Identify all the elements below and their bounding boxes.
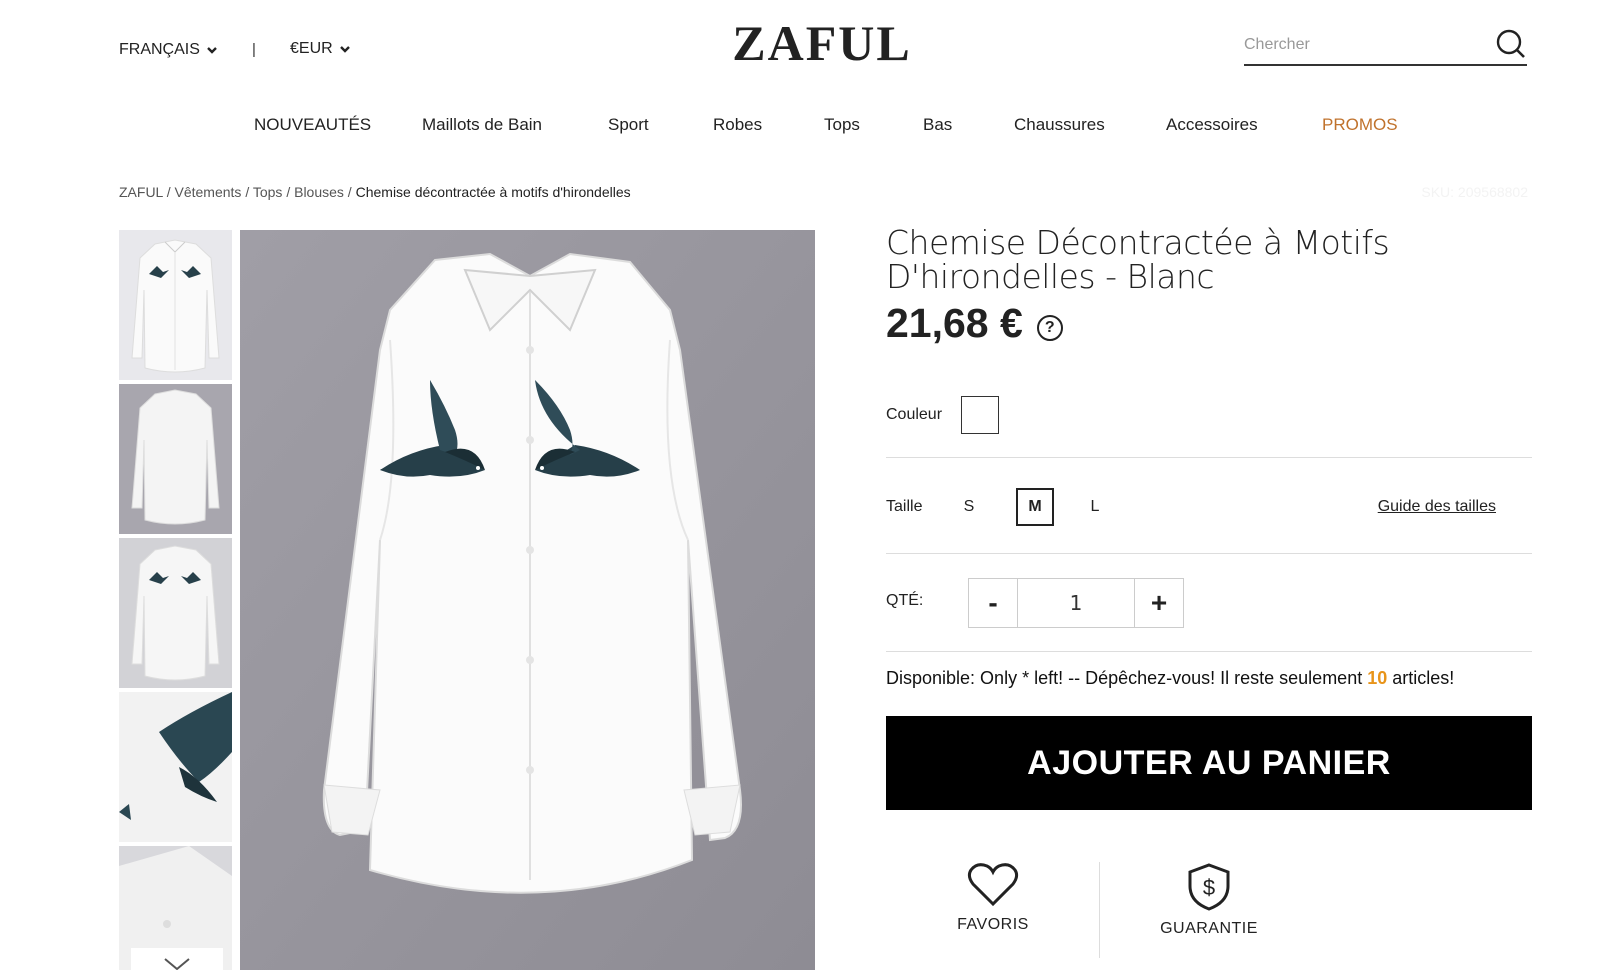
- add-to-cart-button[interactable]: AJOUTER AU PANIER: [886, 716, 1532, 810]
- nav-item-tops[interactable]: Tops: [824, 115, 860, 135]
- breadcrumb-tops[interactable]: Tops: [253, 184, 283, 200]
- size-guide-link[interactable]: Guide des tailles: [1378, 498, 1496, 516]
- product-main-image[interactable]: [240, 230, 815, 970]
- quantity-label: QTÉ:: [886, 592, 924, 609]
- nav-item-nouveautes[interactable]: NOUVEAUTÉS: [254, 115, 371, 135]
- availability-text: Disponible: Only * left! -- Dépêchez-vou…: [886, 668, 1454, 689]
- quantity-increase-button[interactable]: +: [1135, 579, 1183, 627]
- product-price: 21,68 €: [886, 300, 1023, 346]
- breadcrumb-current: Chemise décontractée à motifs d'hirondel…: [355, 184, 631, 200]
- size-option-row: Taille S M L Guide des tailles: [886, 458, 1532, 554]
- breadcrumb-separator: /: [241, 184, 253, 200]
- size-option-m[interactable]: M: [1016, 488, 1054, 526]
- search-icon[interactable]: [1495, 28, 1527, 60]
- nav-item-maillots[interactable]: Maillots de Bain: [422, 115, 542, 135]
- search-box: [1244, 28, 1527, 66]
- secondary-actions: FAVORIS $ GUARANTIE: [886, 862, 1532, 962]
- svg-text:$: $: [1203, 875, 1215, 900]
- breadcrumb-separator: /: [282, 184, 295, 200]
- breadcrumb: ZAFUL / Vêtements / Tops / Blouses / Che…: [119, 184, 631, 200]
- guarantee-label: GUARANTIE: [1160, 920, 1258, 937]
- favorites-button[interactable]: FAVORIS: [918, 862, 1068, 934]
- breadcrumb-blouses[interactable]: Blouses: [294, 184, 344, 200]
- product-info-panel: Chemise Décontractée à Motifs D'hirondel…: [886, 223, 1532, 958]
- quantity-stepper: - +: [968, 578, 1184, 628]
- nav-item-accessoires[interactable]: Accessoires: [1166, 115, 1258, 135]
- thumbnail-shirt-front-alt-image: [119, 538, 232, 688]
- nav-item-chaussures[interactable]: Chaussures: [1014, 115, 1105, 135]
- thumbnail-scroll-down-button[interactable]: [131, 948, 223, 970]
- nav-item-sport[interactable]: Sport: [608, 115, 649, 135]
- top-bar: FRANÇAIS | €EUR ZAFUL: [0, 0, 1600, 100]
- thumbnail-1[interactable]: [119, 230, 232, 380]
- availability-text-after: articles!: [1387, 668, 1455, 688]
- main-nav: NOUVEAUTÉS Maillots de Bain Sport Robes …: [0, 115, 1600, 145]
- breadcrumb-vetements[interactable]: Vêtements: [175, 184, 242, 200]
- nav-item-robes[interactable]: Robes: [713, 115, 762, 135]
- price-row: 21,68 € ?: [886, 300, 1532, 347]
- actions-divider: [1099, 862, 1100, 958]
- thumbnail-strip: [119, 230, 236, 970]
- color-swatch-white[interactable]: [961, 396, 999, 434]
- heart-icon: [967, 863, 1019, 907]
- nav-item-promos[interactable]: PROMOS: [1322, 115, 1398, 135]
- quantity-row: QTÉ: - +: [886, 554, 1532, 652]
- breadcrumb-separator: /: [343, 184, 356, 200]
- breadcrumb-separator: /: [162, 184, 175, 200]
- product-title: Chemise Décontractée à Motifs D'hirondel…: [886, 223, 1390, 296]
- thumbnail-4[interactable]: [119, 692, 232, 842]
- size-label: Taille: [886, 498, 923, 515]
- shield-dollar-icon: $: [1188, 863, 1230, 911]
- product-shirt-image: [240, 230, 815, 970]
- size-option-l[interactable]: L: [1076, 488, 1114, 526]
- breadcrumb-home[interactable]: ZAFUL: [119, 184, 163, 200]
- color-label: Couleur: [886, 406, 943, 423]
- color-option-row: Couleur: [886, 396, 1532, 458]
- stock-count: 10: [1367, 668, 1388, 688]
- availability-text-before: Disponible: Only * left! -- Dépêchez-vou…: [886, 668, 1368, 688]
- thumbnail-shirt-back-image: [119, 384, 232, 534]
- sku-label: SKU: 209568802: [1421, 184, 1528, 200]
- nav-item-bas[interactable]: Bas: [923, 115, 952, 135]
- chevron-down-icon: [164, 958, 190, 970]
- thumbnail-3[interactable]: [119, 538, 232, 688]
- quantity-decrease-button[interactable]: -: [969, 579, 1017, 627]
- search-input[interactable]: [1244, 28, 1484, 62]
- price-help-icon[interactable]: ?: [1036, 314, 1063, 341]
- thumbnail-shirt-front-image: [119, 230, 232, 380]
- favorites-label: FAVORIS: [957, 916, 1029, 933]
- quantity-input[interactable]: [1017, 579, 1135, 627]
- size-option-s[interactable]: S: [950, 488, 988, 526]
- thumbnail-bird-detail-image: [119, 692, 232, 842]
- thumbnail-2[interactable]: [119, 384, 232, 534]
- guarantee-button[interactable]: $ GUARANTIE: [1134, 862, 1284, 938]
